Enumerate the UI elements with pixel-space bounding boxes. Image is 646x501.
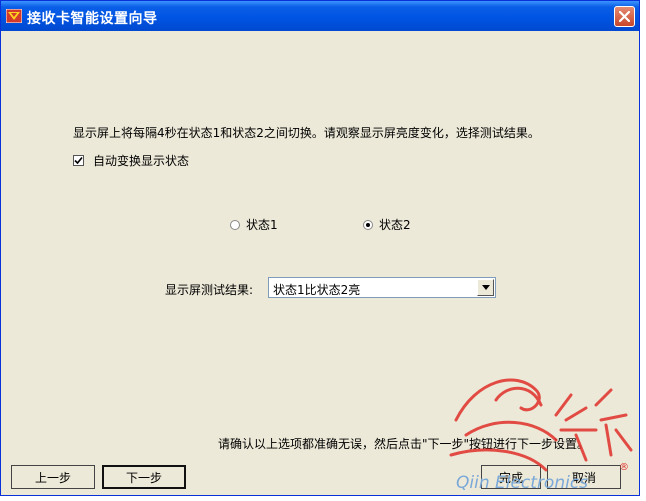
result-label: 显示屏测试结果: — [165, 283, 254, 297]
confirm-text: 请确认以上选项都准确无误，然后点击"下一步"按钮进行下一步设置。 — [218, 437, 590, 451]
cancel-button[interactable]: 取消 — [547, 465, 621, 489]
radio-state2[interactable]: 状态2 — [363, 216, 411, 233]
radio-state1[interactable]: 状态1 — [230, 216, 278, 233]
close-button[interactable] — [614, 6, 635, 27]
close-icon — [619, 11, 630, 22]
wizard-window: 接收卡智能设置向导 显示屏上将每隔4秒在状态1和状态2之间切换。请观察显示屏亮度… — [0, 0, 640, 496]
finish-button[interactable]: 完成 — [481, 465, 541, 489]
result-select[interactable]: 状态1比状态2亮 — [268, 277, 496, 298]
wizard-content: 显示屏上将每隔4秒在状态1和状态2之间切换。请观察显示屏亮度变化，选择测试结果。… — [1, 31, 639, 495]
prev-button[interactable]: 上一步 — [11, 465, 95, 489]
instruction-text: 显示屏上将每隔4秒在状态1和状态2之间切换。请观察显示屏亮度变化，选择测试结果。 — [73, 126, 540, 140]
radio-state1-button[interactable] — [230, 219, 240, 230]
dropdown-arrow-button[interactable] — [477, 279, 494, 296]
next-button[interactable]: 下一步 — [102, 465, 186, 489]
window-title: 接收卡智能设置向导 — [27, 11, 158, 27]
chevron-down-icon — [481, 285, 490, 290]
radio-state1-label: 状态1 — [246, 218, 278, 232]
radio-state2-label: 状态2 — [379, 218, 411, 232]
check-mark-icon — [74, 156, 83, 165]
app-icon — [6, 9, 22, 23]
auto-switch-label: 自动变换显示状态 — [93, 154, 190, 168]
auto-switch-checkbox[interactable]: 自动变换显示状态 — [73, 152, 189, 169]
radio-state2-button[interactable] — [363, 219, 373, 230]
title-bar[interactable]: 接收卡智能设置向导 — [1, 1, 639, 31]
checkbox-box[interactable] — [73, 155, 84, 166]
result-select-value: 状态1比状态2亮 — [273, 283, 361, 297]
